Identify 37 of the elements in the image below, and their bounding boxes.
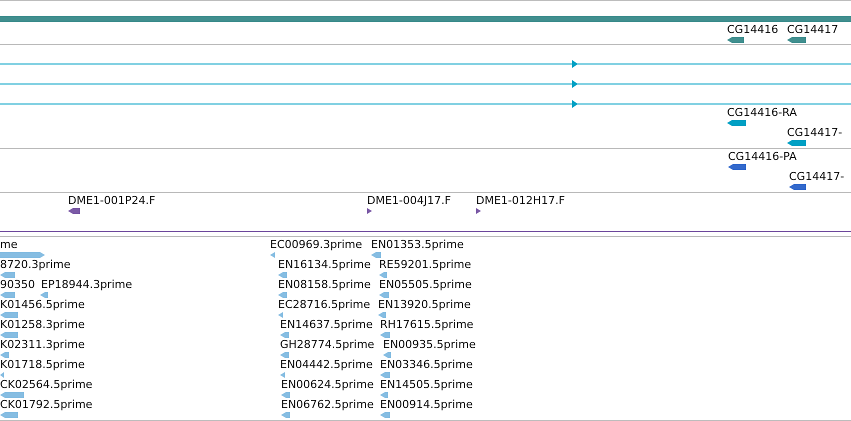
feature-label: EN08158.5prime: [278, 278, 371, 292]
feature-label: EN05505.5prime: [379, 278, 472, 292]
feature-label: EN00914.5prime: [380, 398, 473, 412]
feature-label: me: [0, 238, 18, 252]
feature-label: K01456.5prime: [0, 298, 85, 312]
feature-label: RH17615.5prime: [380, 318, 474, 332]
feature-label: EN03346.5prime: [380, 358, 473, 372]
feature-label: EC00969.3prime: [270, 238, 362, 252]
feature-label: K01258.3prime: [0, 318, 85, 332]
feature-label: EN04442.5prime: [280, 358, 373, 372]
feature-label: CG14417-: [787, 126, 842, 140]
feature-label: CG14416: [727, 23, 778, 37]
feature-label: EN14505.5prime: [380, 378, 473, 392]
feature-label: 90350: [0, 278, 35, 292]
feature-label: CK02564.5prime: [0, 378, 92, 392]
feature-label: K01718.5prime: [0, 358, 85, 372]
feature-label: CG14417-: [789, 170, 844, 184]
feature-label: EN00935.5prime: [383, 338, 476, 352]
feature-label: EN16134.5prime: [278, 258, 371, 272]
feature-label: EN06762.5prime: [281, 398, 374, 412]
feature-label: EN00624.5prime: [281, 378, 374, 392]
feature-label: EN13920.5prime: [378, 298, 471, 312]
feature-label: RE59201.5prime: [379, 258, 472, 272]
feature-label: 8720.3prime: [0, 258, 71, 272]
feature-label: GH28774.5prime: [280, 338, 374, 352]
feature-label: CG14416-RA: [727, 106, 797, 120]
feature-label: EC28716.5prime: [278, 298, 370, 312]
feature-label: EP18944.3prime: [41, 278, 132, 292]
feature-label: DME1-001P24.F: [68, 194, 156, 208]
feature-label: K02311.3prime: [0, 338, 85, 352]
feature-label: CG14417: [787, 23, 838, 37]
feature-label: EN14637.5prime: [280, 318, 373, 332]
feature-label: CG14416-PA: [728, 150, 797, 164]
feature-label: CK01792.5prime: [0, 398, 92, 412]
feature-label: EN01353.5prime: [371, 238, 464, 252]
feature-label: DME1-004J17.F: [367, 194, 451, 208]
feature-label: DME1-012H17.F: [476, 194, 565, 208]
